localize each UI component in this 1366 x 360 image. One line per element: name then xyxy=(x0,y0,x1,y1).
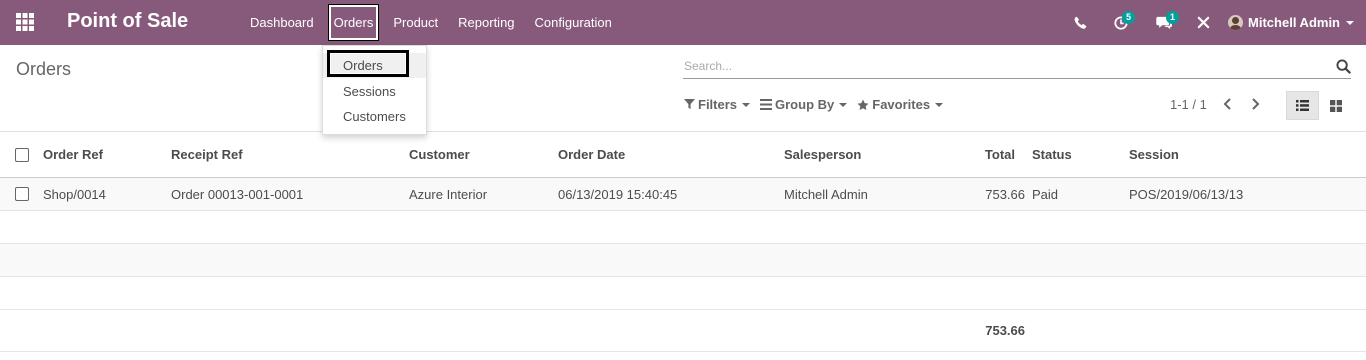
groupby-label: Group By xyxy=(775,97,835,112)
list-view-icon xyxy=(1296,100,1309,111)
table-header: Order Ref Receipt Ref Customer Order Dat… xyxy=(0,131,1366,178)
table-footer: 753.66 xyxy=(0,310,1366,352)
search-options: Filters Group By Favorites xyxy=(684,97,953,112)
messages-icon[interactable]: 1 xyxy=(1146,0,1182,45)
dropdown-item-orders[interactable]: Orders xyxy=(323,53,426,78)
cell-receipt-ref: Order 00013-001-0001 xyxy=(171,186,304,202)
phone-icon[interactable] xyxy=(1066,0,1094,45)
kanban-view-button[interactable] xyxy=(1319,91,1352,120)
favorites-button[interactable]: Favorites xyxy=(857,97,944,112)
cell-status: Paid xyxy=(1032,186,1059,202)
user-name: Mitchell Admin xyxy=(1248,15,1340,30)
breadcrumb: Orders xyxy=(16,59,72,79)
empty-row xyxy=(0,244,1366,277)
star-icon xyxy=(857,99,869,110)
row-checkbox[interactable] xyxy=(15,187,29,201)
table-row[interactable]: Shop/0014 Order 00013-001-0001 Azure Int… xyxy=(0,178,1366,211)
list-bars-icon xyxy=(760,99,773,110)
menu-orders[interactable]: Orders xyxy=(324,0,384,45)
filters-button[interactable]: Filters xyxy=(684,97,751,112)
main-menu: Dashboard Orders Product Reporting Confi… xyxy=(240,0,622,45)
apps-menu-icon[interactable] xyxy=(16,13,34,31)
chevron-left-icon[interactable] xyxy=(1221,97,1235,111)
chevron-right-icon[interactable] xyxy=(1248,97,1262,111)
top-navbar: Point of Sale Dashboard Orders Product R… xyxy=(0,0,1366,45)
cell-order-ref: Shop/0014 xyxy=(43,186,106,202)
cell-customer: Azure Interior xyxy=(409,186,488,202)
menu-configuration[interactable]: Configuration xyxy=(525,0,622,45)
orders-table: Order Ref Receipt Ref Customer Order Dat… xyxy=(0,131,1366,352)
chevron-down-icon xyxy=(1346,20,1354,25)
column-customer[interactable]: Customer xyxy=(409,132,470,177)
cell-session: POS/2019/06/13/13 xyxy=(1129,186,1244,202)
cell-total: 753.66 xyxy=(985,186,1025,202)
view-switcher xyxy=(1286,91,1352,120)
column-receipt-ref[interactable]: Receipt Ref xyxy=(171,132,243,177)
search-input[interactable] xyxy=(683,55,1323,77)
avatar xyxy=(1228,15,1244,30)
chevron-down-icon xyxy=(935,102,944,107)
favorites-label: Favorites xyxy=(872,97,931,112)
menu-dashboard[interactable]: Dashboard xyxy=(240,0,324,45)
orders-dropdown-menu: Orders Sessions Customers xyxy=(322,45,427,135)
column-order-date[interactable]: Order Date xyxy=(558,132,625,177)
user-menu[interactable]: Mitchell Admin xyxy=(1228,15,1366,30)
chevron-down-icon xyxy=(839,102,848,107)
message-count-badge: 1 xyxy=(1166,11,1180,24)
filters-label: Filters xyxy=(698,97,738,112)
filter-icon xyxy=(684,99,695,110)
menu-reporting[interactable]: Reporting xyxy=(448,0,524,45)
systray: 5 1 Mitchell Admin xyxy=(1066,0,1366,45)
dropdown-item-customers[interactable]: Customers xyxy=(323,104,426,129)
select-all-checkbox[interactable] xyxy=(15,147,29,162)
groupby-button[interactable]: Group By xyxy=(760,97,848,112)
list-view-button[interactable] xyxy=(1286,91,1319,120)
search-bar xyxy=(683,55,1351,79)
chevron-down-icon xyxy=(742,102,751,107)
column-total[interactable]: Total xyxy=(940,132,1015,177)
empty-row xyxy=(0,277,1366,310)
column-salesperson[interactable]: Salesperson xyxy=(784,132,861,177)
cell-order-date: 06/13/2019 15:40:45 xyxy=(558,186,678,202)
debug-tools-icon[interactable] xyxy=(1188,0,1218,45)
menu-product[interactable]: Product xyxy=(383,0,448,45)
empty-row xyxy=(0,211,1366,244)
pager-value[interactable]: 1-1 / 1 xyxy=(1170,97,1207,112)
column-status[interactable]: Status xyxy=(1032,132,1072,177)
column-order-ref[interactable]: Order Ref xyxy=(43,132,103,177)
activity-clock-icon[interactable]: 5 xyxy=(1104,0,1138,45)
dropdown-item-sessions[interactable]: Sessions xyxy=(323,79,426,104)
footer-total: 753.66 xyxy=(985,323,1025,338)
app-brand[interactable]: Point of Sale xyxy=(67,10,188,33)
cell-salesperson: Mitchell Admin xyxy=(784,186,868,202)
search-icon[interactable] xyxy=(1336,59,1351,77)
column-session[interactable]: Session xyxy=(1129,132,1179,177)
activity-count-badge: 5 xyxy=(1122,11,1136,24)
kanban-view-icon xyxy=(1329,99,1342,112)
